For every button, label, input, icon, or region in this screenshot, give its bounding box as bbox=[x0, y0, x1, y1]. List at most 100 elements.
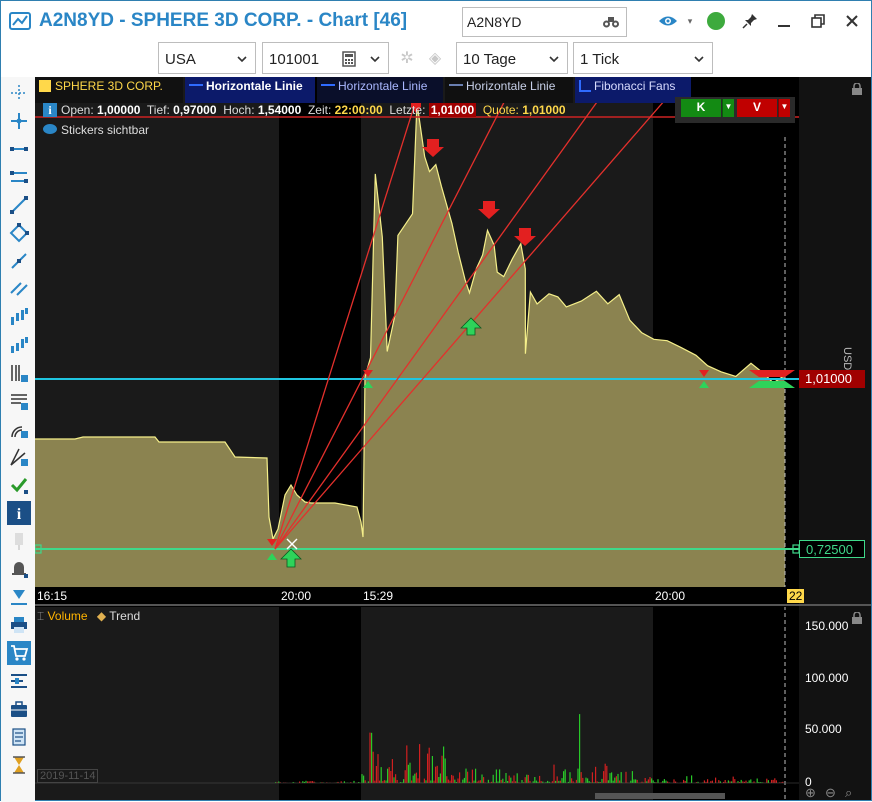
volume-bar bbox=[521, 780, 522, 783]
calculator-icon[interactable] bbox=[341, 51, 357, 67]
symbol-search-box[interactable] bbox=[462, 7, 627, 37]
code-dropdown[interactable]: 101001 bbox=[262, 42, 389, 74]
volume-bar bbox=[683, 780, 684, 783]
volume-bar bbox=[560, 781, 561, 783]
sell-dropdown-chevron-icon[interactable]: ▼ bbox=[778, 99, 790, 117]
polyline-icon[interactable] bbox=[7, 221, 31, 245]
chart-area[interactable]: SPHERE 3D CORP. Horizontale Linie Horizo… bbox=[35, 77, 871, 800]
volume-band-after-hours bbox=[279, 607, 361, 800]
volume-bar bbox=[397, 780, 398, 783]
volume-bar bbox=[459, 772, 460, 783]
sticker-icon[interactable] bbox=[7, 585, 31, 609]
volume-bar bbox=[553, 765, 554, 783]
alarm-icon[interactable] bbox=[7, 557, 31, 581]
lock-icon[interactable] bbox=[851, 612, 863, 624]
fibonacci-fans-icon bbox=[579, 80, 591, 92]
ray-icon[interactable] bbox=[7, 249, 31, 273]
legend-fibonacci-fans-label: Fibonacci Fans bbox=[594, 79, 675, 93]
time-tick: 20:00 bbox=[655, 589, 685, 603]
high-value: 1,54000 bbox=[258, 103, 301, 117]
sell-button[interactable]: V bbox=[737, 99, 777, 117]
close-icon[interactable] bbox=[840, 9, 864, 33]
info-icon[interactable]: i bbox=[7, 501, 31, 525]
cross-cursor-icon[interactable] bbox=[7, 109, 31, 133]
portfolio-icon[interactable] bbox=[7, 697, 31, 721]
restore-icon[interactable] bbox=[806, 9, 830, 33]
volume-bar bbox=[616, 776, 617, 783]
open-label: Open: bbox=[61, 103, 94, 117]
volume-bar bbox=[653, 780, 654, 783]
volume-bar bbox=[425, 780, 426, 783]
volume-bar bbox=[438, 777, 439, 783]
info-icon[interactable]: i bbox=[43, 103, 57, 117]
volume-bar bbox=[373, 752, 374, 783]
buy-button[interactable]: K bbox=[681, 99, 721, 117]
cart-icon[interactable] bbox=[7, 641, 31, 665]
channel-icon[interactable] bbox=[7, 165, 31, 189]
legend-fibonacci-fans[interactable]: Fibonacci Fans bbox=[575, 77, 691, 103]
volume-bar bbox=[733, 777, 734, 783]
crosshair-icon[interactable] bbox=[7, 81, 31, 105]
horizontal-line-icon[interactable] bbox=[7, 137, 31, 161]
trendline-icon[interactable] bbox=[7, 193, 31, 217]
hourglass-icon[interactable] bbox=[7, 753, 31, 777]
notes-icon[interactable] bbox=[7, 725, 31, 749]
volume-legend[interactable]: ⌶ Volume ◆ Trend bbox=[37, 609, 140, 624]
zoom-out-icon[interactable]: ⊖ bbox=[825, 785, 836, 801]
eye-icon[interactable] bbox=[656, 9, 680, 33]
volume-scale-tick: 150.000 bbox=[805, 619, 848, 633]
parallel-lines-icon[interactable] bbox=[7, 277, 31, 301]
volume-bar bbox=[592, 772, 593, 783]
print-icon[interactable] bbox=[7, 613, 31, 637]
period-dropdown[interactable]: 10 Tage bbox=[456, 42, 568, 74]
legend-horizontal-line-2-label: Horizontale Linie bbox=[338, 79, 427, 93]
buy-dropdown-chevron-icon[interactable]: ▼ bbox=[722, 99, 734, 117]
exchange-dropdown[interactable]: USA bbox=[158, 42, 256, 74]
volume-bar bbox=[582, 778, 583, 783]
price-chart[interactable] bbox=[35, 77, 871, 800]
legend-horizontal-line-1[interactable]: Horizontale Linie bbox=[185, 77, 315, 103]
bar-pattern-2-icon[interactable] bbox=[7, 333, 31, 357]
volume-bar bbox=[430, 781, 431, 784]
volume-bar bbox=[517, 773, 518, 783]
volume-bar bbox=[526, 775, 527, 783]
legend-horizontal-line-2[interactable]: Horizontale Linie bbox=[317, 77, 443, 103]
volume-bar bbox=[614, 778, 615, 783]
volume-bar bbox=[712, 781, 713, 783]
volume-bar bbox=[416, 773, 417, 783]
symbol-input[interactable] bbox=[467, 14, 597, 30]
volume-bar bbox=[374, 781, 375, 783]
volume-bar bbox=[457, 779, 458, 784]
volume-bar bbox=[691, 775, 692, 783]
stickers-row[interactable]: Stickers sichtbar bbox=[43, 123, 149, 139]
checkmark-icon[interactable] bbox=[7, 473, 31, 497]
pin-icon[interactable] bbox=[738, 9, 762, 33]
volume-bar bbox=[673, 779, 674, 783]
legend-security[interactable]: SPHERE 3D CORP. bbox=[35, 77, 183, 103]
volume-bar bbox=[427, 754, 428, 783]
fibonacci-time-icon[interactable] bbox=[7, 361, 31, 385]
eye-dropdown-chevron-icon[interactable]: ▾ bbox=[678, 9, 702, 33]
volume-bar bbox=[440, 774, 441, 784]
lock-icon[interactable] bbox=[851, 83, 863, 95]
zoom-in-icon[interactable]: ⊕ bbox=[805, 785, 816, 801]
legend-horizontal-line-3[interactable]: Horizontale Linie bbox=[445, 77, 573, 103]
low-label: Tief: bbox=[147, 103, 170, 117]
volume-bar bbox=[488, 780, 489, 783]
bar-pattern-icon[interactable] bbox=[7, 305, 31, 329]
volume-bar bbox=[365, 780, 366, 783]
volume-bar bbox=[774, 778, 775, 783]
currency-label: USD bbox=[841, 347, 853, 370]
order-list-icon[interactable] bbox=[7, 669, 31, 693]
fibonacci-fans-icon[interactable] bbox=[7, 445, 31, 469]
volume-bar bbox=[704, 780, 705, 783]
minimize-icon[interactable] bbox=[772, 9, 796, 33]
fibonacci-retracement-icon[interactable] bbox=[7, 389, 31, 413]
fibonacci-arcs-icon[interactable] bbox=[7, 417, 31, 441]
interval-dropdown[interactable]: 1 Tick bbox=[573, 42, 713, 74]
chart-scrollbar[interactable] bbox=[595, 793, 725, 799]
line-swatch-icon bbox=[321, 84, 335, 86]
search-icon[interactable]: ⌕ bbox=[845, 785, 852, 801]
volume-bar bbox=[505, 773, 506, 783]
binoculars-icon[interactable] bbox=[602, 15, 620, 29]
